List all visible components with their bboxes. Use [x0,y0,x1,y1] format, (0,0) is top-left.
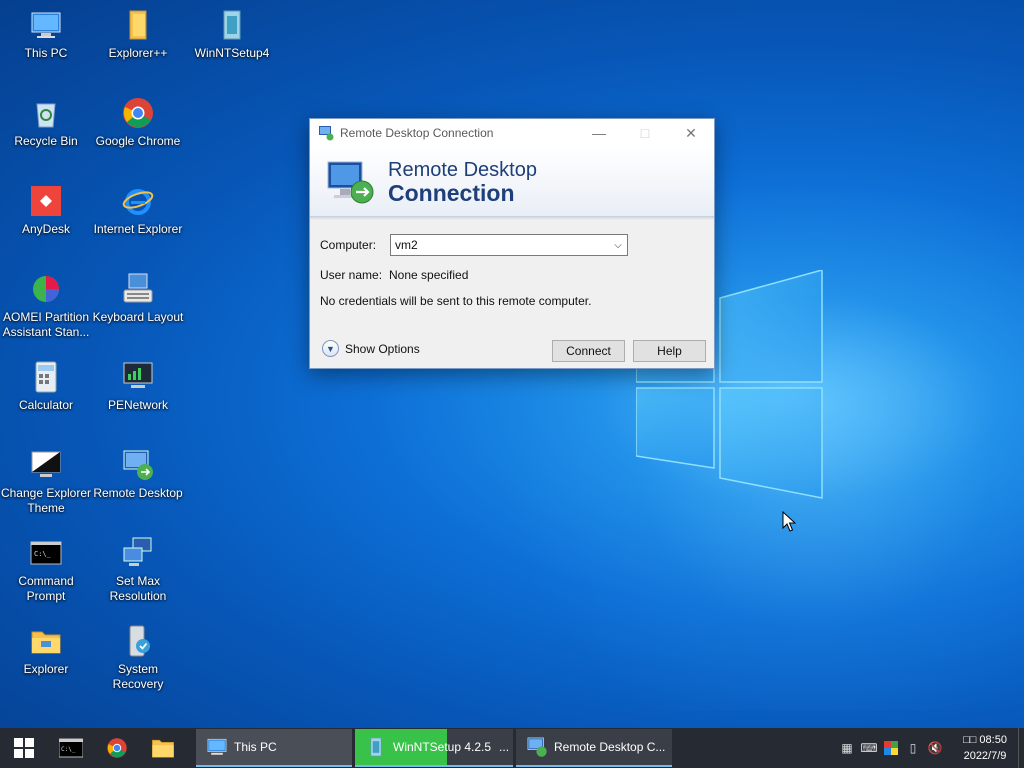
show-desktop-button[interactable] [1018,728,1024,768]
taskbar-pin-explorer[interactable] [140,728,186,768]
recycle-bin-icon [36,103,56,128]
desktop-icon-penetwork[interactable]: PENetwork [92,360,184,413]
computer-combobox[interactable]: vm2 ⌵ [390,234,628,256]
show-options-label[interactable]: Show Options [345,342,420,356]
keyboard-icon[interactable]: ⌨ [858,728,880,768]
network-icon [123,362,153,388]
theme-icon [31,451,61,477]
desktop-icon-aomei[interactable]: AOMEI Partition Assistant Stan... [0,272,92,340]
network-icon[interactable]: ▦ [836,728,858,768]
close-button[interactable]: ✕ [668,119,714,147]
taskbar: C:\_ This PC WinNTSetup 4.2.5 ... Remote… [0,728,1024,768]
color-display-icon[interactable] [880,728,902,768]
taskbar-task-remote-desktop[interactable]: Remote Desktop C... [516,729,672,767]
username-label: User name: [320,268,383,282]
taskbar-task-this-pc[interactable]: This PC [196,729,352,767]
connect-button[interactable]: Connect [552,340,625,362]
remote-desktop-icon [527,737,547,757]
volume-muted-icon[interactable]: 🔇 [924,728,946,768]
remote-desktop-banner-icon [327,161,374,203]
taskbar-task-winntsetup[interactable]: WinNTSetup 4.2.5 ... [355,729,513,767]
computer-input[interactable]: vm2 [395,238,609,252]
remote-desktop-dialog: Remote Desktop Connection — □ ✕ Remote D… [309,118,715,369]
system-recovery-icon [129,625,150,657]
desktop-icon-internet-explorer[interactable]: Internet Explorer [92,184,184,237]
desktop-icon-remote-desktop[interactable]: Remote Desktop [92,448,184,501]
this-pc-icon [207,738,227,755]
help-button[interactable]: Help [633,340,706,362]
clock-time: □□ 08:50 [963,734,1007,746]
calculator-icon [35,361,57,393]
minimize-button[interactable]: — [576,119,622,147]
folder-icon [31,631,61,654]
command-prompt-icon: C:\_ [30,541,62,565]
desktop-icon-winntsetup4[interactable]: WinNTSetup4 [186,8,278,61]
desktop-icon-change-explorer-theme[interactable]: Change Explorer Theme [0,448,92,516]
winntsetup-icon [370,737,382,757]
winntsetup-icon [223,10,241,40]
desktop-icon-recycle-bin[interactable]: Recycle Bin [0,96,92,149]
windows-start-icon [14,738,34,758]
this-pc-icon [31,12,61,38]
chevron-down-icon[interactable]: ⌵ [609,240,627,251]
banner-title-line2: Connection [388,179,515,206]
desktop-icon-google-chrome[interactable]: Google Chrome [92,96,184,149]
start-button[interactable] [0,728,48,768]
maximize-button[interactable]: □ [622,119,668,147]
dialog-titlebar[interactable]: Remote Desktop Connection — □ ✕ [310,119,714,147]
clock[interactable]: □□ 08:50 2022/7/9 [952,732,1018,764]
system-tray: ▦ ⌨ ▯ 🔇 □□ 08:50 2022/7/9 [836,728,1024,768]
mouse-cursor-icon [782,511,796,532]
dialog-title: Remote Desktop Connection [340,126,494,140]
taskbar-pin-chrome[interactable] [94,728,140,768]
remote-desktop-icon [123,450,153,480]
usb-drive-icon[interactable]: ▯ [902,728,924,768]
remote-desktop-icon [319,126,334,141]
dialog-form: Computer: vm2 ⌵ User name: None specifie… [310,220,714,370]
expand-icon[interactable]: ▼ [322,340,339,357]
desktop-icon-explorer[interactable]: Explorer [0,624,92,677]
command-prompt-icon: C:\_ [59,738,83,758]
desktop-icon-this-pc[interactable]: This PC [0,8,92,61]
credentials-note: No credentials will be sent to this remo… [320,294,592,308]
keyboard-icon [123,273,153,303]
username-value: None specified [389,268,469,282]
desktop-icon-explorer-plus[interactable]: Explorer++ [92,8,184,61]
display-icon [123,537,152,566]
display-color-icon [884,741,898,755]
banner-title-line1: Remote Desktop [388,158,537,181]
folder-icon [129,10,147,40]
internet-explorer-icon [122,189,154,215]
computer-label: Computer: [320,238,377,252]
desktop-icon-keyboard-layout[interactable]: Keyboard Layout [92,272,184,325]
folder-icon [152,739,174,758]
chrome-icon [107,738,127,758]
taskbar-pin-command-prompt[interactable]: C:\_ [48,728,94,768]
desktop-icon-system-recovery[interactable]: System Recovery [92,624,184,692]
svg-text:C:\_: C:\_ [34,550,52,558]
dialog-banner: Remote Desktop Connection [310,147,714,217]
show-options-toggle[interactable]: ▼ Show Options [322,340,420,357]
aomei-icon [33,276,59,302]
desktop-icon-command-prompt[interactable]: C:\_ Command Prompt [0,536,92,604]
svg-text:C:\_: C:\_ [61,746,76,753]
desktop-icon-set-max-resolution[interactable]: Set Max Resolution [92,536,184,604]
clock-date: 2022/7/9 [963,750,1007,762]
desktop-icon-anydesk[interactable]: AnyDesk [0,184,92,237]
desktop-icon-calculator[interactable]: Calculator [0,360,92,413]
anydesk-icon [31,186,61,216]
chrome-icon [123,98,153,128]
